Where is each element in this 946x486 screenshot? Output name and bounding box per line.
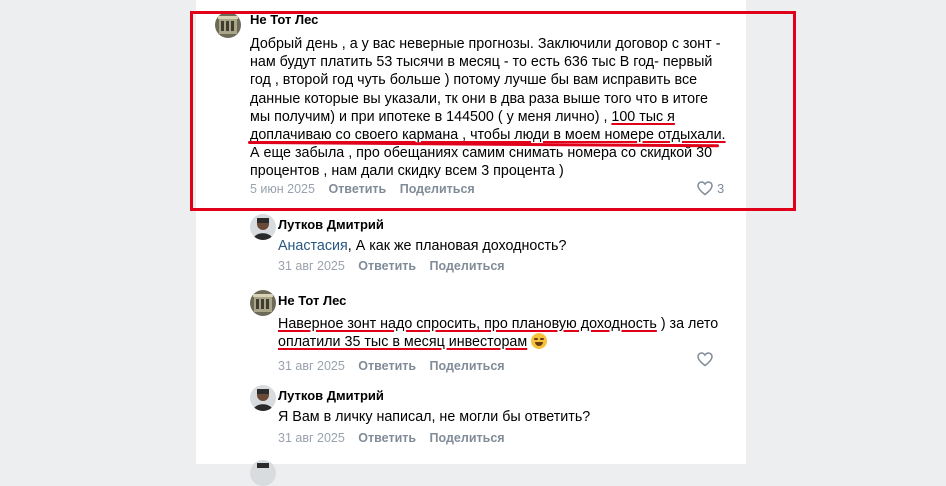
comment-text: Добрый день , а у вас неверные прогнозы.… <box>250 35 726 181</box>
comment-line: год , второй год чуть больше ) потому лу… <box>250 72 698 89</box>
comment-line: процентов , нам дали скидку всем 3 проце… <box>250 163 564 180</box>
comment-line: нам будут платить 53 тысячи в месяц - то… <box>250 54 713 71</box>
comment-text: Анастасия, А как же плановая доходность? <box>278 237 566 255</box>
share-button[interactable]: Поделиться <box>430 431 505 445</box>
comment-author[interactable]: Лутков Дмитрий <box>278 217 384 232</box>
heart-icon <box>697 352 713 367</box>
highlighted-text: Наверное зонт надо спросить, про планову… <box>278 316 657 332</box>
comment-line-text: , А как же плановая доходность? <box>347 238 567 254</box>
highlighted-text: оплатили 35 тыс в месяц инвесторам <box>278 334 528 351</box>
reply-button[interactable]: Ответить <box>358 359 416 373</box>
laughing-emoji-icon <box>531 333 548 350</box>
comment-author[interactable]: Не Тот Лес <box>250 12 318 27</box>
reply-button[interactable]: Ответить <box>358 431 416 445</box>
share-button[interactable]: Поделиться <box>430 259 505 273</box>
comment-meta: 31 авг 2025 Ответить Поделиться <box>278 359 505 373</box>
avatar[interactable] <box>250 290 276 316</box>
highlighted-text: 100 тыс я <box>611 108 675 125</box>
comment-line: Наверное зонт надо спросить, про планову… <box>278 315 718 333</box>
avatar[interactable] <box>215 12 241 38</box>
comment-line: мы получим) и при ипотеке в 144500 ( у м… <box>250 108 726 126</box>
comment-date[interactable]: 5 июн 2025 <box>250 182 315 196</box>
mention-link[interactable]: Анастасия <box>278 238 348 254</box>
share-button[interactable]: Поделиться <box>400 182 475 196</box>
comment-meta: 31 авг 2025 Ответить Поделиться <box>278 431 505 445</box>
comment-line: Анастасия, А как же плановая доходность? <box>278 237 566 255</box>
reply-button[interactable]: Ответить <box>358 259 416 273</box>
comment-date[interactable]: 31 авг 2025 <box>278 359 345 373</box>
comment-text: Наверное зонт надо спросить, про планову… <box>278 315 718 351</box>
share-button[interactable]: Поделиться <box>430 359 505 373</box>
comment-meta: 31 авг 2025 Ответить Поделиться <box>278 259 505 273</box>
like-button[interactable] <box>697 352 713 367</box>
comment-meta: 5 июн 2025 Ответить Поделиться <box>250 182 475 196</box>
comment-text: Я Вам в личку написал, не могли бы ответ… <box>278 408 590 426</box>
comment-line: данные которые вы указали, тк они в два … <box>250 90 708 107</box>
comment-author[interactable]: Лутков Дмитрий <box>278 388 384 403</box>
comment-line: Добрый день , а у вас неверные прогнозы.… <box>250 36 721 52</box>
comment-author[interactable]: Не Тот Лес <box>278 293 346 308</box>
reply-button[interactable]: Ответить <box>328 182 386 196</box>
like-button[interactable]: 3 <box>697 181 724 196</box>
comment-line-text: ) за лето <box>656 316 719 332</box>
heart-icon <box>697 181 713 196</box>
comment-date[interactable]: 31 авг 2025 <box>278 431 345 445</box>
comment-line: оплатили 35 тыс в месяц инвесторам <box>278 333 718 351</box>
comment-line: А еще забыла , про обещаниях самим снима… <box>250 145 713 162</box>
like-count: 3 <box>717 181 725 196</box>
comment-line: Я Вам в личку написал, не могли бы ответ… <box>278 409 591 425</box>
avatar[interactable] <box>250 214 276 240</box>
comment-date[interactable]: 31 авг 2025 <box>278 259 345 273</box>
comment-line-text: мы получим) и при ипотеке в 144500 ( у м… <box>250 108 612 125</box>
avatar[interactable] <box>250 385 276 411</box>
